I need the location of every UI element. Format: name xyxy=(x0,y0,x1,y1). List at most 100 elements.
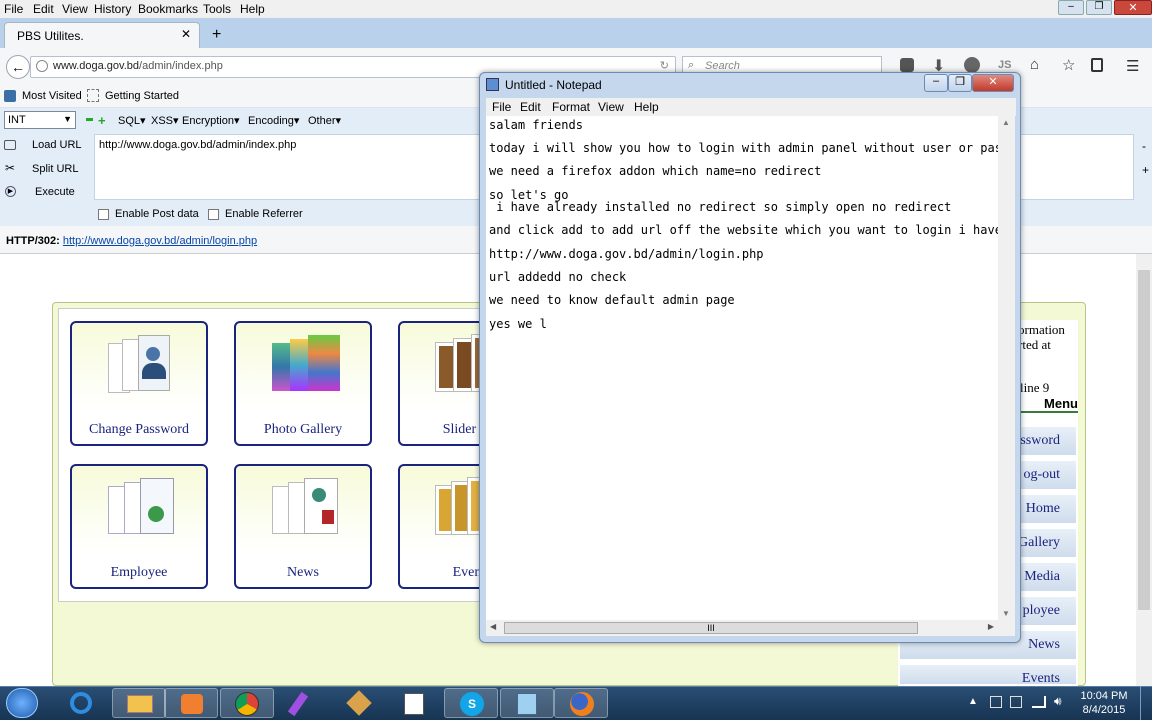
news-icon xyxy=(272,476,340,556)
hackbar-menu-encryption[interactable]: Encryption▾ xyxy=(182,114,240,127)
browser-menubar: File Edit View History Bookmarks Tools H… xyxy=(0,0,1152,18)
notes-app-icon[interactable] xyxy=(388,688,442,718)
post-data-checkbox[interactable] xyxy=(98,209,109,220)
tab-pbs-utilites[interactable]: PBS Utilites. ✕ xyxy=(4,22,200,48)
reload-icon[interactable]: ↻ xyxy=(660,59,669,72)
tray-app-icon[interactable] xyxy=(1010,696,1022,708)
tile-label: Employee xyxy=(110,565,168,580)
hackbar-menu-encoding[interactable]: Encoding▾ xyxy=(248,114,299,127)
post-data-label: Enable Post data xyxy=(115,208,199,220)
hackbar-menu-xss[interactable]: XSS▾ xyxy=(151,114,179,127)
bookmark-most-visited[interactable]: Most Visited xyxy=(22,90,82,102)
close-button[interactable]: ✕ xyxy=(1114,0,1152,15)
explorer-icon[interactable] xyxy=(112,688,166,718)
page-icon xyxy=(87,89,99,102)
clock-date: 8/4/2015 xyxy=(1082,704,1126,716)
menu-tools[interactable]: Tools xyxy=(203,2,231,16)
tile-change-password[interactable]: Change Password xyxy=(70,321,208,446)
employee-icon xyxy=(108,476,176,556)
menu-history[interactable]: History xyxy=(94,2,131,16)
expand-icon[interactable]: + xyxy=(1142,163,1149,177)
ie-icon[interactable] xyxy=(54,688,108,718)
menu-view[interactable]: View xyxy=(62,2,88,16)
side-link-events[interactable]: Events xyxy=(900,665,1076,686)
load-url-button[interactable]: Load URL xyxy=(32,139,82,151)
np-menu-help[interactable]: Help xyxy=(634,100,659,114)
home-icon[interactable]: ⌂ xyxy=(1030,56,1039,73)
scroll-right-icon[interactable]: ▶ xyxy=(988,622,994,631)
skype-icon[interactable]: S xyxy=(444,688,498,718)
tile-news[interactable]: News xyxy=(234,464,372,589)
np-menu-view[interactable]: View xyxy=(598,100,624,114)
new-tab-button[interactable]: + xyxy=(212,26,221,44)
np-menu-edit[interactable]: Edit xyxy=(520,100,541,114)
sync-icon[interactable] xyxy=(964,57,980,73)
menu-bookmarks[interactable]: Bookmarks xyxy=(138,2,198,16)
tile-label: Photo Gallery xyxy=(263,422,343,437)
action-center-icon[interactable] xyxy=(990,696,1002,708)
page-scrollbar-thumb[interactable] xyxy=(1138,270,1150,610)
volume-icon[interactable]: 🔊︎ xyxy=(1054,694,1062,709)
notepad-hscroll-thumb[interactable]: III xyxy=(504,622,918,634)
shrink-icon[interactable]: - xyxy=(1142,139,1146,153)
reader-icon[interactable] xyxy=(1091,58,1103,72)
pocket-icon[interactable] xyxy=(900,58,914,72)
firefox-icon[interactable] xyxy=(554,688,608,718)
chrome-icon[interactable] xyxy=(220,688,274,718)
menu-file[interactable]: File xyxy=(4,2,23,16)
hackbar-type-select[interactable]: INT ▼ xyxy=(4,111,76,129)
status-label: HTTP/302: xyxy=(6,235,60,247)
notepad-vertical-scrollbar[interactable]: ▲ ▼ xyxy=(998,116,1015,620)
tile-employee[interactable]: Employee xyxy=(70,464,208,589)
text-line: and click add to add url off the website… xyxy=(489,223,998,237)
scroll-up-icon[interactable]: ▲ xyxy=(1002,118,1010,127)
minimize-button[interactable]: – xyxy=(1058,0,1084,15)
np-menu-format[interactable]: Format xyxy=(552,100,590,114)
system-clock[interactable]: 10:04 PM 8/4/2015 xyxy=(1072,689,1136,717)
tool-app-icon[interactable] xyxy=(332,688,386,718)
split-url-button[interactable]: Split URL xyxy=(32,163,78,175)
tile-photo-gallery[interactable]: Photo Gallery xyxy=(234,321,372,446)
scroll-down-icon[interactable]: ▼ xyxy=(1002,609,1010,618)
text-line: i have already installed no redirect so … xyxy=(489,200,952,214)
info-text-3: line 9 xyxy=(1020,380,1050,395)
notepad-minimize-button[interactable]: – xyxy=(924,74,948,92)
js-icon[interactable]: JS xyxy=(998,59,1011,71)
decrease-icon[interactable] xyxy=(86,118,93,121)
url-domain: www.doga.gov.bd xyxy=(53,60,140,72)
scroll-left-icon[interactable]: ◀ xyxy=(490,622,496,631)
tab-close-icon[interactable]: ✕ xyxy=(181,27,191,41)
network-icon[interactable] xyxy=(1032,696,1046,708)
execute-icon: ▶ xyxy=(5,186,16,197)
referrer-label: Enable Referrer xyxy=(225,208,303,220)
info-text-2: rted at xyxy=(1018,337,1051,352)
menu-icon[interactable]: ☰ xyxy=(1126,57,1139,75)
menu-help[interactable]: Help xyxy=(240,2,265,16)
notepad-icon[interactable] xyxy=(500,688,554,718)
bookmark-star-icon[interactable]: ☆ xyxy=(1062,56,1075,74)
start-orb-icon[interactable] xyxy=(6,688,38,718)
browser-window-controls: – ❐ ✕ xyxy=(1056,0,1152,16)
notepad-text-area[interactable]: salam friends today i will show you how … xyxy=(486,116,998,620)
maximize-button[interactable]: ❐ xyxy=(1086,0,1112,15)
hackbar-menu-sql[interactable]: SQL▾ xyxy=(118,114,146,127)
referrer-checkbox[interactable] xyxy=(208,209,219,220)
np-menu-file[interactable]: File xyxy=(492,100,511,114)
show-desktop-button[interactable] xyxy=(1140,686,1152,720)
back-icon[interactable]: ← xyxy=(6,55,30,79)
media-player-icon[interactable] xyxy=(164,688,218,718)
notepad-maximize-button[interactable]: ❐ xyxy=(948,74,972,92)
url-path: /admin/index.php xyxy=(139,60,223,72)
bookmark-getting-started[interactable]: Getting Started xyxy=(105,90,179,102)
size-grip xyxy=(998,620,1015,636)
show-hidden-icons[interactable]: ▲ xyxy=(968,696,978,707)
load-url-icon xyxy=(4,140,16,150)
menu-edit[interactable]: Edit xyxy=(33,2,54,16)
notepad-close-button[interactable]: ✕ xyxy=(972,74,1014,92)
execute-button[interactable]: Execute xyxy=(35,186,75,198)
hackbar-menu-other[interactable]: Other▾ xyxy=(308,114,341,127)
increase-icon[interactable]: + xyxy=(98,113,106,128)
hackbar-select-value: INT xyxy=(8,114,26,126)
feather-app-icon[interactable] xyxy=(276,688,330,718)
redirect-link[interactable]: http://www.doga.gov.bd/admin/login.php xyxy=(63,235,257,247)
